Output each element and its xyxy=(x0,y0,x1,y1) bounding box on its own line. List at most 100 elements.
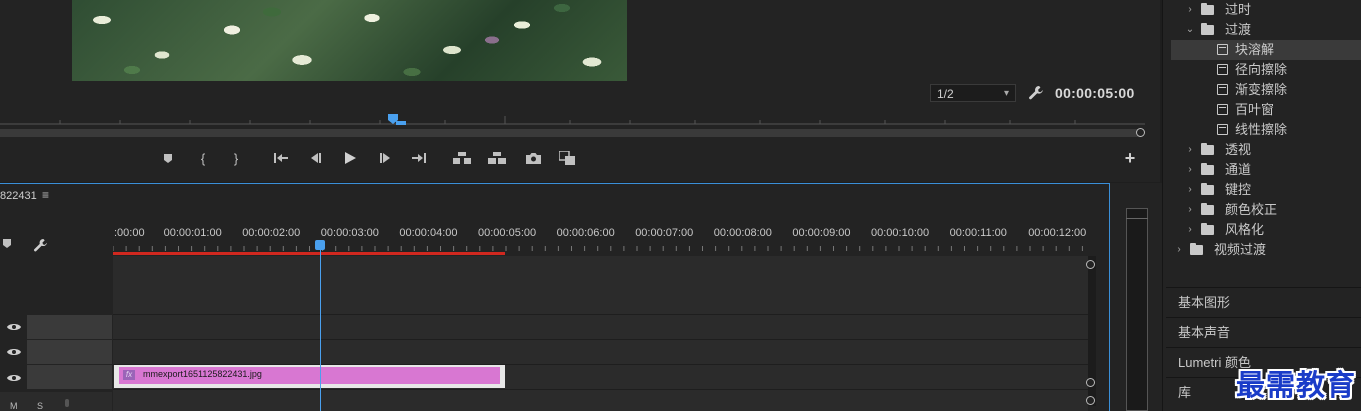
solo-button[interactable]: S xyxy=(37,401,43,411)
folder-icon xyxy=(1201,143,1214,155)
duration-timecode[interactable]: 00:00:05:00 xyxy=(1055,85,1135,101)
clip-body: fx mmexport1651125822431.jpg xyxy=(119,367,500,384)
ruler-label: 00:00:11:00 xyxy=(949,227,1007,239)
effect-item[interactable]: 渐变擦除 xyxy=(1171,80,1361,100)
folder-icon xyxy=(1190,243,1203,255)
eye-icon[interactable] xyxy=(7,373,21,383)
playback-resolution-select[interactable]: 1/2 ▾ xyxy=(930,84,1016,102)
ruler-label: 00:00:04:00 xyxy=(399,227,458,239)
monitor-time-ruler[interactable] xyxy=(0,112,1145,128)
mark-in-button[interactable]: { xyxy=(193,148,213,168)
fx-badge-icon[interactable]: fx xyxy=(123,370,135,380)
effect-item[interactable]: 块溶解 xyxy=(1171,40,1361,60)
monitor-scroll-handle[interactable] xyxy=(1136,128,1145,137)
add-marker-icon[interactable] xyxy=(2,238,12,250)
effect-item[interactable]: 径向擦除 xyxy=(1171,60,1361,80)
effect-folder[interactable]: › 风格化 xyxy=(1171,220,1361,240)
effect-label: 键控 xyxy=(1225,182,1252,197)
mute-button[interactable]: M xyxy=(10,401,18,411)
export-frame-button[interactable] xyxy=(523,148,543,168)
track-header-v2 xyxy=(0,340,112,364)
wrench-icon[interactable] xyxy=(33,238,48,253)
chevron-right-icon[interactable]: › xyxy=(1174,240,1184,260)
chevron-right-icon[interactable]: › xyxy=(1185,0,1195,20)
microphone-icon[interactable] xyxy=(63,399,71,411)
playhead-line[interactable] xyxy=(320,248,321,411)
compare-icon xyxy=(559,151,575,165)
effect-folder[interactable]: › 键控 xyxy=(1171,180,1361,200)
play-button[interactable] xyxy=(340,148,360,168)
track-divider xyxy=(113,339,1088,340)
transition-icon xyxy=(1217,104,1228,115)
go-to-out-button[interactable] xyxy=(409,148,429,168)
folder-icon xyxy=(1201,203,1214,215)
effect-label: 过时 xyxy=(1225,2,1252,17)
timeline-clip[interactable]: fx mmexport1651125822431.jpg xyxy=(114,365,505,388)
folder-icon xyxy=(1201,3,1214,15)
add-marker-button[interactable] xyxy=(158,148,178,168)
effect-folder[interactable]: › 视频过渡 xyxy=(1171,240,1361,260)
transition-icon xyxy=(1217,44,1228,55)
eye-icon[interactable] xyxy=(7,347,21,357)
effect-folder[interactable]: › 过时 xyxy=(1171,0,1361,20)
scroll-handle[interactable] xyxy=(1086,396,1095,405)
clip-name: mmexport1651125822431.jpg xyxy=(143,369,262,379)
panel-essential-graphics[interactable]: 基本图形 xyxy=(1166,287,1361,317)
chevron-right-icon[interactable]: › xyxy=(1185,200,1195,220)
step-forward-button[interactable] xyxy=(375,148,395,168)
folder-icon xyxy=(1201,223,1214,235)
marker-icon xyxy=(164,153,172,163)
ruler-label: 00:00:06:00 xyxy=(556,227,615,239)
transition-icon xyxy=(1217,64,1228,75)
monitor-zoom-scrollbar[interactable] xyxy=(0,129,1140,137)
extract-button[interactable] xyxy=(487,148,507,168)
work-area-bar[interactable] xyxy=(113,252,505,255)
chevron-right-icon[interactable]: › xyxy=(1185,140,1195,160)
sequence-tab-label[interactable]: 822431 xyxy=(0,190,37,202)
scroll-handle-top[interactable] xyxy=(1086,260,1095,269)
compare-view-button[interactable] xyxy=(557,148,577,168)
extract-icon xyxy=(488,152,506,164)
lift-icon xyxy=(453,152,471,164)
effect-folder[interactable]: ⌄ 过渡 xyxy=(1171,20,1361,40)
chevron-right-icon[interactable]: › xyxy=(1185,160,1195,180)
folder-icon xyxy=(1201,183,1214,195)
effect-item[interactable]: 线性擦除 xyxy=(1171,120,1361,140)
chevron-down-icon: ▾ xyxy=(1003,88,1009,99)
ruler-label: 00:00:02:00 xyxy=(242,227,301,239)
ruler-label: 00:00:05:00 xyxy=(478,227,537,239)
audio-meter-peak xyxy=(1126,208,1148,219)
playhead-handle[interactable] xyxy=(315,240,325,250)
step-back-button[interactable] xyxy=(305,148,325,168)
transition-icon xyxy=(1217,84,1228,95)
track-divider xyxy=(113,314,1088,315)
effect-folder[interactable]: › 透视 xyxy=(1171,140,1361,160)
go-to-in-button[interactable] xyxy=(271,148,291,168)
wrench-icon[interactable] xyxy=(1028,85,1044,101)
go-to-out-icon xyxy=(412,153,426,163)
step-forward-icon xyxy=(379,153,390,163)
audio-track-header: M S xyxy=(0,392,112,411)
track-header-body xyxy=(27,365,112,389)
effect-folder[interactable]: › 通道 xyxy=(1171,160,1361,180)
panel-essential-sound[interactable]: 基本声音 xyxy=(1166,317,1361,347)
chevron-right-icon[interactable]: › xyxy=(1185,220,1195,240)
effect-label: 百叶窗 xyxy=(1235,102,1275,117)
lift-button[interactable] xyxy=(452,148,472,168)
scroll-handle-bottom[interactable] xyxy=(1086,378,1095,387)
eye-icon[interactable] xyxy=(7,322,21,332)
chevron-down-icon[interactable]: ⌄ xyxy=(1185,20,1195,40)
track-header-v3 xyxy=(0,315,112,339)
track-header-body xyxy=(27,315,112,339)
effect-label: 通道 xyxy=(1225,162,1252,177)
effect-item[interactable]: 百叶窗 xyxy=(1171,100,1361,120)
mark-out-button[interactable]: } xyxy=(226,148,246,168)
add-button-editor-icon[interactable]: + xyxy=(1122,149,1138,167)
ruler-label: :00:00 xyxy=(114,227,145,239)
effect-label: 径向擦除 xyxy=(1235,62,1288,77)
chevron-right-icon[interactable]: › xyxy=(1185,180,1195,200)
panel-menu-icon[interactable]: ≡ xyxy=(42,188,49,202)
effect-folder[interactable]: › 颜色校正 xyxy=(1171,200,1361,220)
effect-label: 过渡 xyxy=(1225,22,1252,37)
folder-icon xyxy=(1201,163,1214,175)
